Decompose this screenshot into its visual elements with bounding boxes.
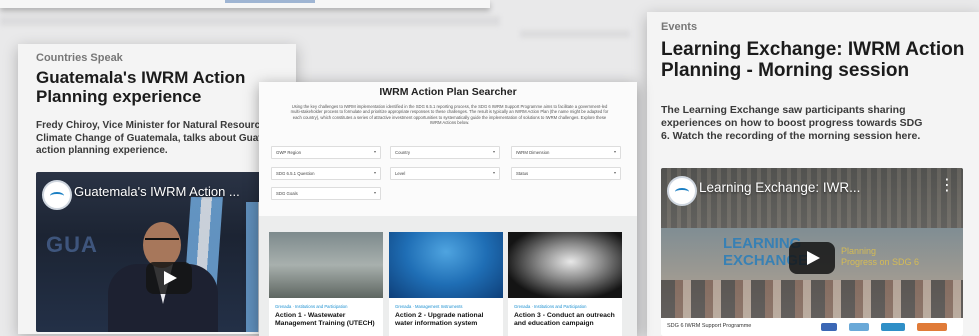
card-category: Events [661,21,698,33]
description-line: action planning experience. [36,145,168,156]
description-line: The Learning Exchange saw participants s… [661,104,906,116]
countries-speak-card[interactable]: Countries Speak Guatemala's IWRM Action … [18,44,296,334]
video-logo-strip: SDG 6 IWRM Support Programme [661,318,963,336]
result-image [269,232,383,298]
programme-label: SDG 6 IWRM Support Programme [667,323,752,329]
partner-logo [849,323,869,331]
result-card-3[interactable]: Grenada · Institutions and Participation… [508,232,622,336]
description-line: Climate Change of Guatemala, talks about… [36,132,268,144]
filter-status[interactable]: Status ▾ [511,167,621,180]
video-title[interactable]: Learning Exchange: IWR... [699,180,860,195]
card-description: Fredy Chiroy, Vice Minister for Natural … [36,120,296,158]
card-title[interactable]: Learning Exchange: IWRM Action Planning … [661,39,979,82]
more-options-icon[interactable]: ⋮ [939,178,955,194]
result-title[interactable]: Action 3 - Conduct an outreach and educa… [514,312,618,328]
filter-label: IWRM Dimension [516,150,550,155]
title-line: Learning Exchange: IWRM Action [661,39,965,60]
filter-level[interactable]: Level ▾ [390,167,500,180]
video-background-text: GUA [46,232,98,257]
video-title[interactable]: Guatemala's IWRM Action ... [74,184,240,199]
chevron-down-icon: ▾ [613,170,616,175]
result-image [389,232,503,298]
previous-card-button-edge [225,0,315,3]
title-line: Planning - Morning session [661,60,910,82]
result-title[interactable]: Action 2 - Upgrade national water inform… [395,312,499,328]
filter-label: Country [395,150,411,155]
searcher-title: IWRM Action Plan Searcher [379,86,517,98]
partner-logo [917,323,947,331]
filter-country[interactable]: Country ▾ [390,146,500,159]
filter-label: GWP Region [276,150,301,155]
result-card-1[interactable]: Grenada · Institutions and Participation… [269,232,383,336]
partner-logo [881,323,905,331]
participants-image [661,280,963,320]
chevron-down-icon: ▾ [613,149,616,154]
filter-iwrm-dimension[interactable]: IWRM Dimension ▾ [511,146,621,159]
banner-subline: Planning [841,246,877,256]
result-category[interactable]: Grenada · Institutions and Participation [275,304,347,309]
channel-avatar-icon[interactable] [667,176,697,206]
play-icon[interactable] [789,242,835,274]
background-texture [0,16,500,26]
chevron-down-icon: ▾ [373,149,376,154]
background-texture [520,30,630,38]
result-category[interactable]: Grenada · Management Instruments [395,304,463,309]
play-icon[interactable] [146,262,192,294]
action-plan-searcher: IWRM Action Plan Searcher Using the key … [259,82,637,336]
result-card-2[interactable]: Grenada · Management Instruments Action … [389,232,503,336]
filter-gwp-region[interactable]: GWP Region ▾ [271,146,381,159]
partner-logo [821,323,837,331]
filter-sdg-goals[interactable]: SDG Goals ▾ [271,187,381,200]
previous-card-edge [0,0,490,8]
chevron-down-icon: ▾ [373,190,376,195]
description-line: 6. Watch the recording of the morning se… [661,130,921,143]
chevron-down-icon: ▾ [492,149,495,154]
filter-sdg-question[interactable]: SDG 6.5.1 Question ▾ [271,167,381,180]
result-title[interactable]: Action 1 - Wastewater Management Trainin… [275,312,379,328]
channel-avatar-icon[interactable] [42,180,72,210]
result-category[interactable]: Grenada · Institutions and Participation [514,304,586,309]
events-card[interactable]: Events Learning Exchange: IWRM Action Pl… [647,12,979,336]
filter-label: Status [516,171,529,176]
video-player[interactable]: LEARNING EXCHANGE Planning Progress on S… [661,168,963,336]
result-image [508,232,622,298]
filter-label: Level [395,171,406,176]
searcher-intro: Using the key challenges to IWRM impleme… [290,104,609,126]
banner-subtext: Planning Progress on SDG 6 [841,246,919,269]
card-category: Countries Speak [36,52,123,64]
chevron-down-icon: ▾ [492,170,495,175]
chevron-down-icon: ▾ [373,170,376,175]
filter-label: SDG Goals [276,191,298,196]
card-description: The Learning Exchange saw participants s… [661,104,971,143]
banner-subline: Progress on SDG 6 [841,257,920,268]
description-line: experiences on how to boost progress tow… [661,117,923,130]
video-player[interactable]: GUA Guatemala's IWRM Action ... ⋮ [36,172,276,332]
card-title[interactable]: Guatemala's IWRM Action Planning experie… [36,68,296,106]
roof-image [661,168,963,228]
filter-label: SDG 6.5.1 Question [276,171,315,176]
description-line: Fredy Chiroy, Vice Minister for Natural … [36,120,266,131]
